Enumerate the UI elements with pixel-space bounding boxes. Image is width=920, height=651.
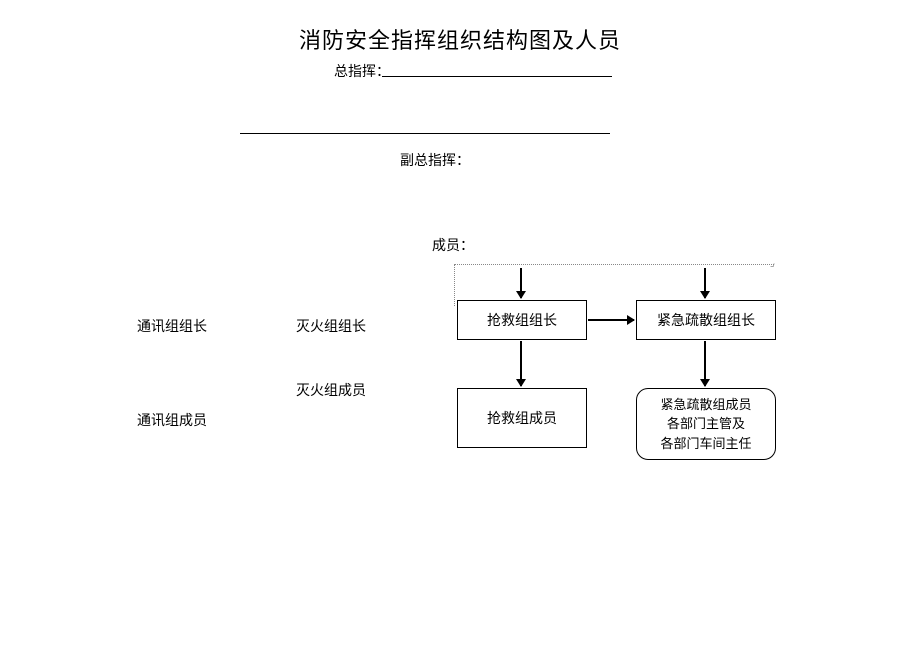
dotted-connector-vertical xyxy=(454,264,455,306)
evac-member-line2: 各部门主管及 xyxy=(660,414,751,434)
fire-member-label: 灭火组成员 xyxy=(296,380,366,400)
rescue-member-box: 抢救组成员 xyxy=(457,388,587,448)
resize-handle-icon: ⌟ xyxy=(770,258,775,269)
deputy-commander-label: 副总指挥： xyxy=(400,150,470,170)
member-label: 成员： xyxy=(432,235,474,255)
commander-underline xyxy=(382,76,612,77)
deputy-top-line xyxy=(240,133,610,134)
communication-member-label: 通讯组成员 xyxy=(137,410,207,430)
fire-leader-label: 灭火组组长 xyxy=(296,316,366,336)
arrow-to-rescue-member xyxy=(520,341,522,386)
arrow-to-rescue-leader xyxy=(520,268,522,298)
page-title: 消防安全指挥组织结构图及人员 xyxy=(0,23,920,55)
commander-label: 总指挥： xyxy=(334,61,390,81)
arrow-rescue-to-evac xyxy=(588,319,634,321)
arrow-to-evac-leader xyxy=(704,268,706,298)
evac-member-line3: 各部门车间主任 xyxy=(660,434,751,454)
evac-member-line1: 紧急疏散组成员 xyxy=(660,395,751,415)
arrow-to-evac-member xyxy=(704,341,706,386)
rescue-leader-box: 抢救组组长 xyxy=(457,300,587,340)
dotted-connector-horizontal xyxy=(454,264,774,265)
communication-leader-label: 通讯组组长 xyxy=(137,316,207,336)
evacuation-leader-box: 紧急疏散组组长 xyxy=(636,300,776,340)
evacuation-member-box: 紧急疏散组成员 各部门主管及 各部门车间主任 xyxy=(636,388,776,460)
